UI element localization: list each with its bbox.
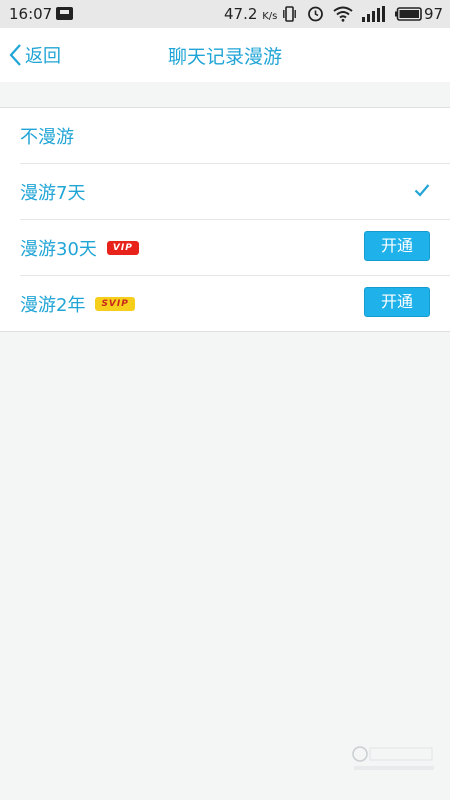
check-icon <box>414 184 430 197</box>
wifi-icon <box>333 6 353 22</box>
option-label: 漫游2年 <box>20 294 86 316</box>
signal-icon <box>362 6 385 22</box>
option-label: 漫游30天 <box>20 238 97 260</box>
option-no-roaming[interactable]: 不漫游 <box>20 108 450 164</box>
activate-vip-button[interactable]: 开通 <box>364 231 430 261</box>
watermark-icon <box>352 746 434 770</box>
network-speed: 47.2 K/s <box>224 5 278 23</box>
option-roaming-30-days[interactable]: 漫游30天 VIP 开通 <box>20 220 450 276</box>
nav-bar: 返回 聊天记录漫游 <box>0 28 450 82</box>
status-time: 16:07 <box>9 5 53 23</box>
vibrate-icon <box>283 6 296 22</box>
status-bar: 16:07 47.2 K/s 97 <box>0 0 450 28</box>
option-roaming-7-days[interactable]: 漫游7天 <box>20 164 450 220</box>
svip-badge: SVIP <box>95 296 135 311</box>
back-button[interactable]: 返回 <box>8 41 78 69</box>
activate-svip-button[interactable]: 开通 <box>364 287 430 317</box>
battery-percent: 97 <box>424 5 444 23</box>
watermark-logo <box>352 745 440 775</box>
notification-icon <box>56 7 73 20</box>
option-label: 不漫游 <box>20 126 74 148</box>
option-roaming-2-years[interactable]: 漫游2年 SVIP 开通 <box>20 276 450 331</box>
back-chevron-icon <box>9 44 21 66</box>
battery-icon <box>395 7 422 21</box>
roaming-options-list: 不漫游 漫游7天 漫游30天 VIP 开通 漫游2年 SVIP 开通 <box>0 107 450 332</box>
option-label: 漫游7天 <box>20 182 86 204</box>
vip-badge: VIP <box>106 240 139 255</box>
back-label: 返回 <box>25 46 61 67</box>
alarm-icon <box>308 6 323 22</box>
